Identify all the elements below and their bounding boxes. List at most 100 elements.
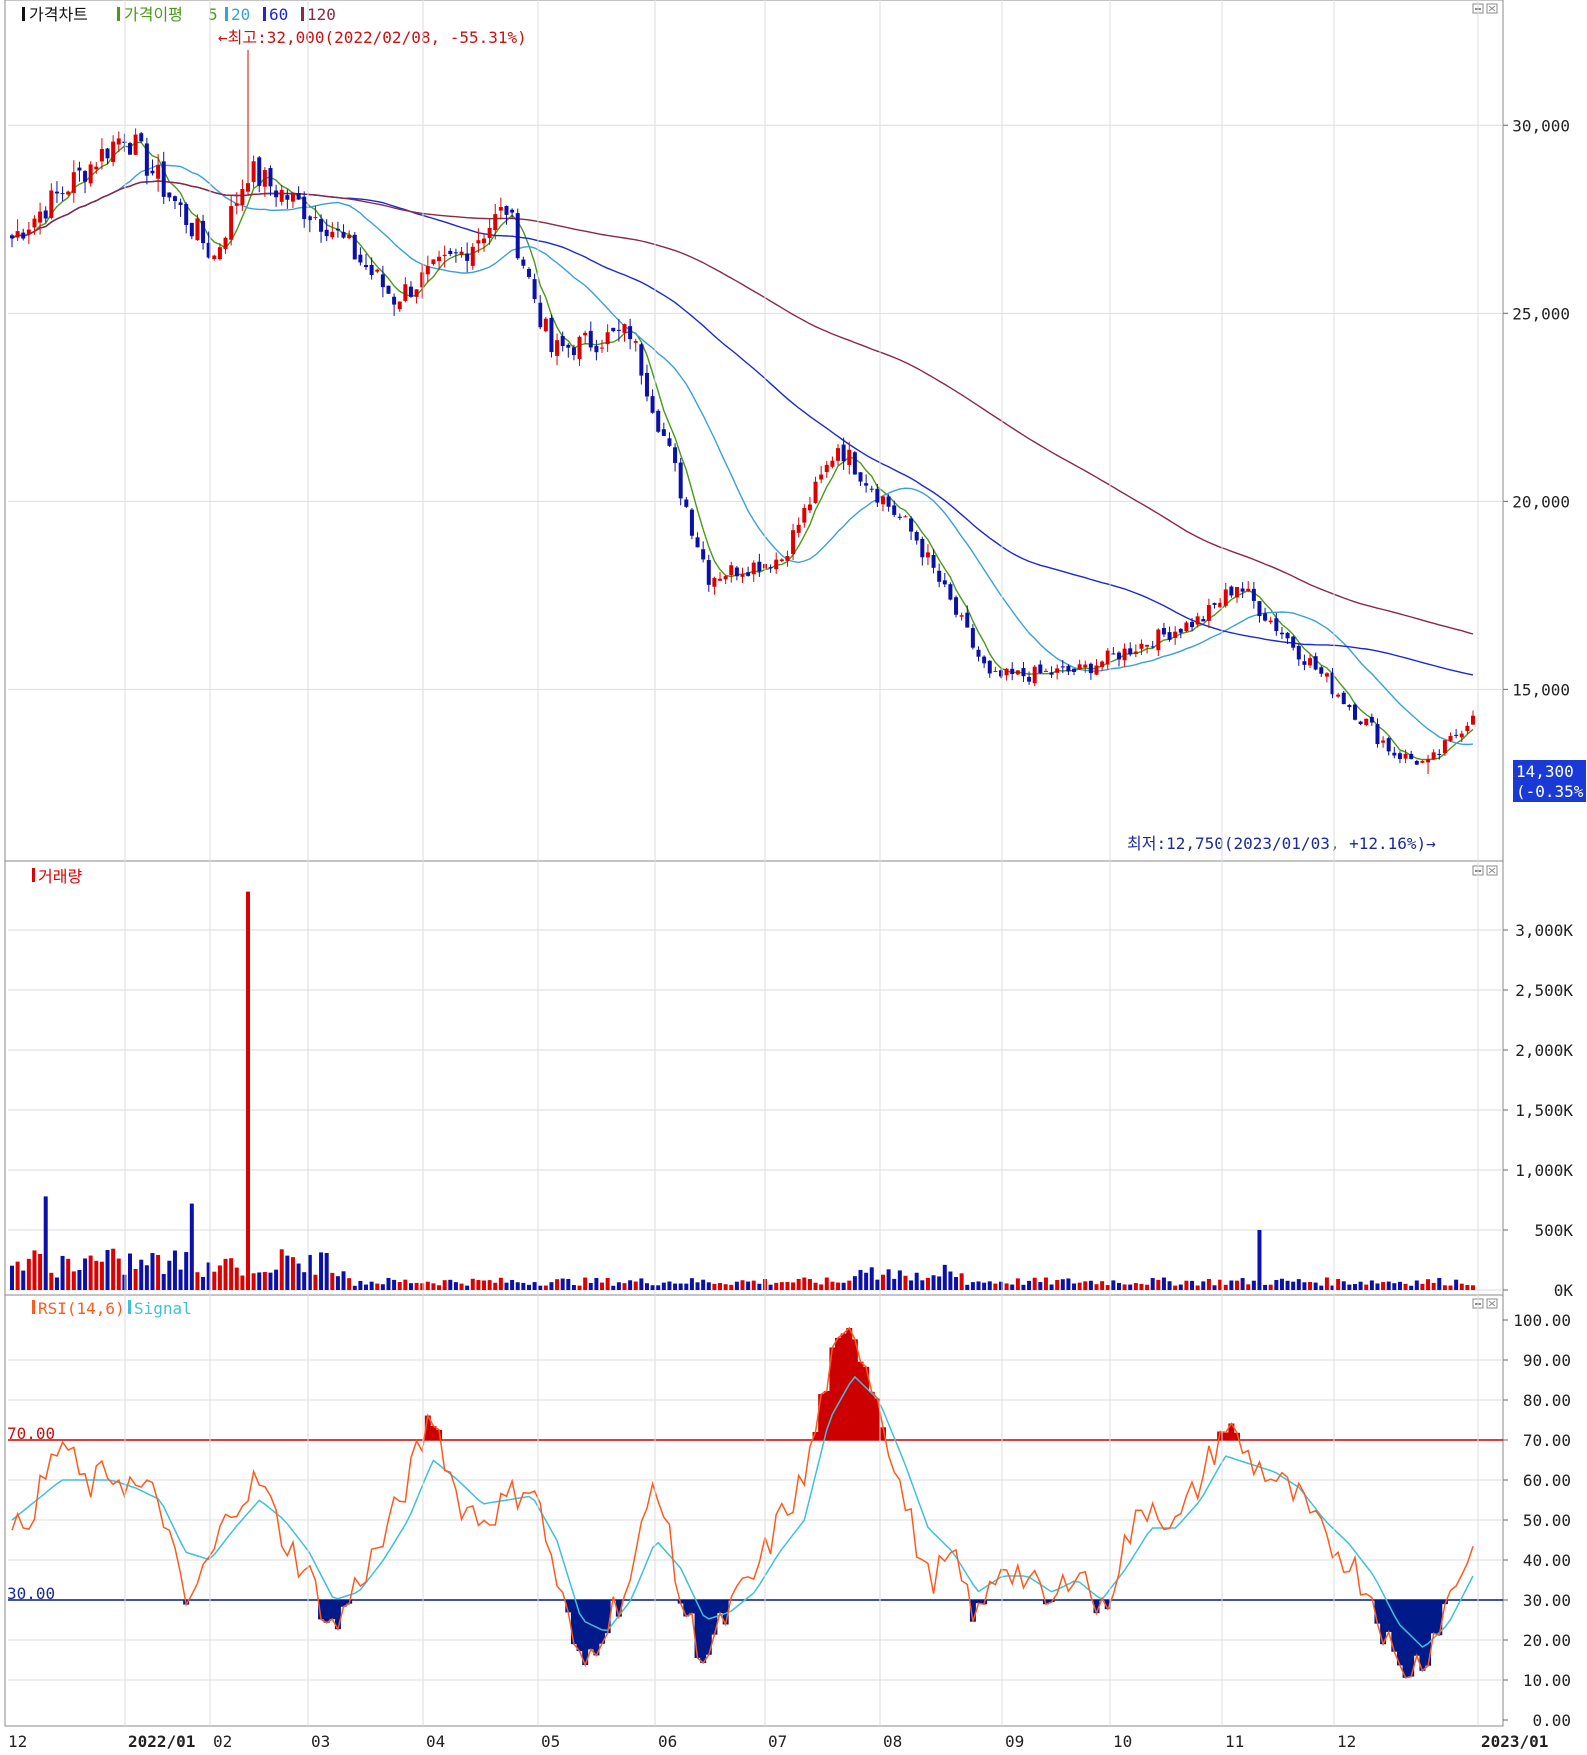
volume-bar — [1369, 1280, 1374, 1290]
candle-body — [982, 656, 987, 664]
rsi-oversold-fill — [323, 1600, 330, 1623]
candle-body — [729, 565, 734, 576]
price-tick-label: 15,000 — [1512, 680, 1570, 699]
volume-bar — [830, 1281, 835, 1290]
volume-bar — [1055, 1279, 1060, 1290]
candle-body — [358, 254, 363, 263]
volume-bar — [133, 1268, 138, 1290]
volume-bar — [875, 1279, 880, 1290]
volume-bar — [807, 1279, 812, 1290]
legend-title: 가격차트 — [29, 5, 88, 24]
volume-bar — [1448, 1285, 1453, 1290]
candle-body — [965, 612, 970, 628]
x-tick-label: 12 — [1337, 1732, 1356, 1751]
volume-bar — [347, 1278, 352, 1290]
rsi-oversold-fill — [717, 1600, 724, 1614]
candle-body — [1077, 664, 1082, 670]
candle-body — [571, 347, 576, 356]
volume-bar — [583, 1277, 588, 1290]
volume-bar — [184, 1252, 189, 1290]
candle-body — [1167, 632, 1172, 640]
candle-body — [1431, 752, 1436, 760]
volume-bar — [1116, 1282, 1121, 1290]
volume-bar — [1324, 1277, 1329, 1290]
rsi-oversold-fill — [688, 1600, 695, 1614]
volume-bar — [566, 1279, 571, 1290]
volume-bar — [380, 1284, 385, 1290]
volume-bar — [470, 1278, 475, 1290]
candle-body — [1072, 668, 1077, 672]
candle-body — [1257, 601, 1262, 617]
volume-bar — [644, 1283, 649, 1290]
candle-body — [375, 269, 380, 272]
candle-body — [875, 488, 880, 503]
last-price: 14,300 — [1516, 762, 1574, 781]
candle-body — [1358, 721, 1363, 725]
candle-body — [515, 213, 520, 259]
candle-body — [88, 164, 93, 184]
volume-bar — [201, 1276, 206, 1290]
rsi-tick-label: 30.00 — [1523, 1591, 1571, 1610]
volume-bar — [555, 1279, 560, 1290]
legend-ma20: 20 — [231, 5, 250, 24]
candle-body — [1060, 666, 1065, 668]
legend-ma120: 120 — [307, 5, 336, 24]
candle-body — [38, 211, 43, 223]
candle-body — [830, 460, 835, 467]
volume-bar — [1308, 1282, 1313, 1290]
volume-bar — [880, 1274, 885, 1290]
volume-bar — [1212, 1285, 1217, 1290]
candle-body — [178, 202, 183, 205]
volume-bar — [628, 1280, 633, 1290]
candle-body — [925, 552, 930, 558]
volume-bar — [111, 1248, 116, 1290]
candle-body — [262, 170, 267, 187]
volume-bar — [633, 1281, 638, 1290]
volume-bar — [10, 1265, 14, 1290]
rsi-tick-label: 50.00 — [1523, 1511, 1571, 1530]
volume-bar — [99, 1261, 104, 1290]
volume-bar — [718, 1283, 723, 1290]
candle-body — [290, 192, 295, 202]
volume-bar — [38, 1253, 43, 1290]
legend-marker — [225, 7, 228, 21]
volume-bar — [1060, 1279, 1065, 1290]
volume-bar — [847, 1280, 852, 1290]
legend-ma60: 60 — [269, 5, 288, 24]
candle-body — [99, 148, 104, 162]
candle-body — [779, 559, 784, 562]
candle-body — [538, 302, 543, 328]
volume-bar — [54, 1277, 59, 1290]
volume-bar — [948, 1271, 953, 1290]
x-tick-label: 12 — [8, 1732, 27, 1751]
x-tick-label: 07 — [768, 1732, 787, 1751]
candle-body — [807, 504, 812, 511]
rsi-tick-label: 20.00 — [1523, 1631, 1571, 1650]
rsi-overbought-fill — [857, 1361, 864, 1440]
volume-bar — [1015, 1278, 1020, 1290]
candle-body — [549, 317, 554, 353]
price-tick-label: 20,000 — [1512, 492, 1570, 511]
volume-tick-label: 500K — [1534, 1221, 1573, 1240]
candle-body — [526, 268, 531, 277]
candle-body — [1448, 736, 1453, 741]
volume-bar — [144, 1265, 149, 1290]
volume-bar — [600, 1282, 605, 1290]
volume-bar — [701, 1279, 706, 1290]
volume-bar — [594, 1277, 599, 1290]
candle-body — [251, 161, 256, 182]
volume-bar — [1336, 1278, 1341, 1290]
candle-body — [650, 396, 655, 413]
x-tick-label: 2023/01 — [1481, 1732, 1548, 1751]
volume-bar — [442, 1280, 447, 1290]
volume-tick-label: 0K — [1554, 1281, 1574, 1300]
rsi-oversold-fill — [683, 1600, 690, 1617]
volume-bar — [330, 1272, 335, 1290]
candle-body — [718, 578, 723, 581]
volume-bar — [1027, 1280, 1032, 1290]
candle-body — [66, 191, 71, 195]
volume-tick-label: 2,500K — [1515, 981, 1573, 1000]
volume-bar — [667, 1281, 672, 1290]
candle-body — [757, 561, 762, 572]
candle-body — [1049, 672, 1054, 675]
